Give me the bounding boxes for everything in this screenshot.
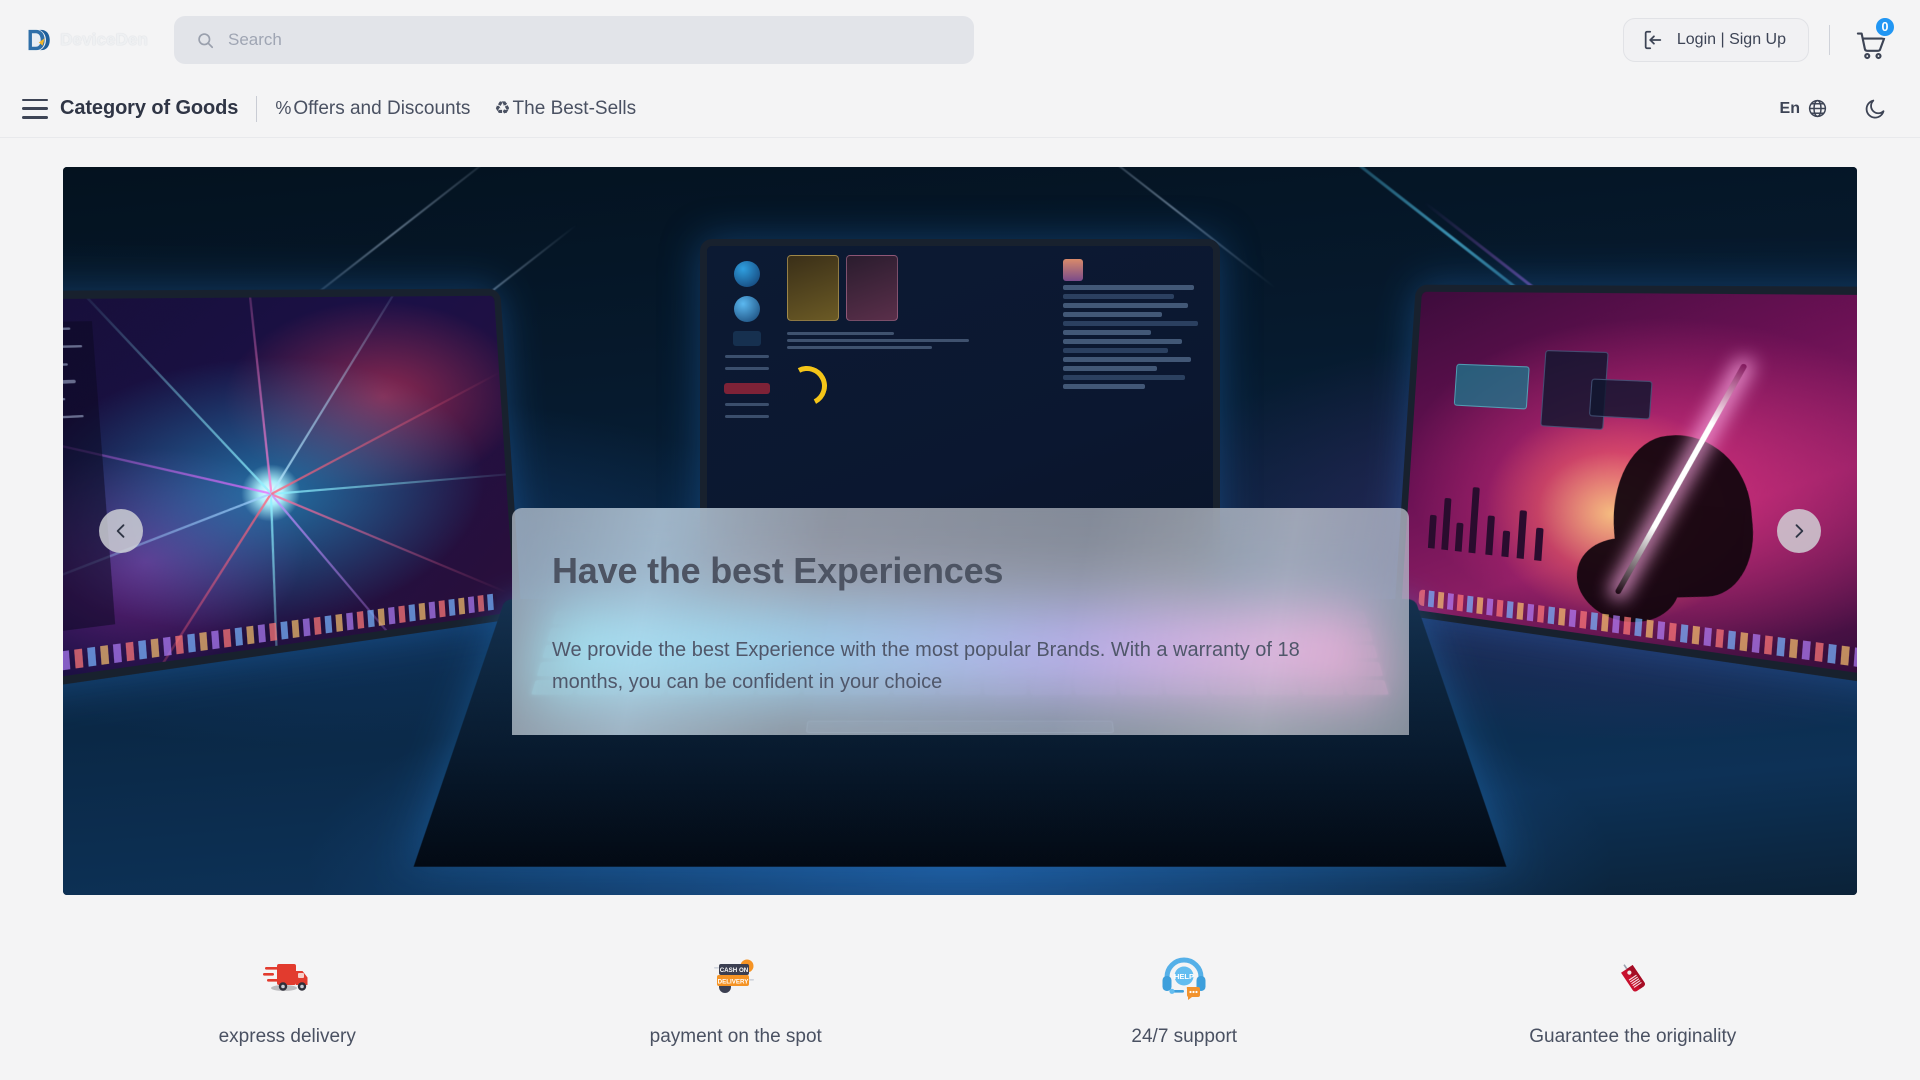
search-bar[interactable] xyxy=(174,16,974,64)
feature-label: 24/7 support xyxy=(1131,1026,1238,1047)
hero-text-card: Have the best Experiences We provide the… xyxy=(512,508,1409,735)
top-bar: DeviceDen Login | Sign Up 0 xyxy=(0,0,1920,80)
hero-region: Have the best Experiences We provide the… xyxy=(0,138,1920,895)
headset-support-icon: HELP xyxy=(1158,952,1210,1004)
feature-guarantee-originality: Guarantee the originality xyxy=(1409,952,1858,1048)
nav-right-actions: En xyxy=(1780,92,1892,126)
svg-text:CASH ON: CASH ON xyxy=(719,967,748,974)
price-tag-icon xyxy=(1607,952,1659,1004)
carousel-prev-button[interactable] xyxy=(99,509,143,553)
svg-text:DELIVERY: DELIVERY xyxy=(717,978,749,985)
hero-description: We provide the best Experience with the … xyxy=(552,639,1300,694)
brand-name: DeviceDen xyxy=(60,30,148,49)
cash-on-delivery-icon: CASH ON DELIVERY xyxy=(710,952,762,1004)
login-arrow-icon xyxy=(1644,30,1662,50)
cart-badge: 0 xyxy=(1874,16,1896,38)
globe-icon xyxy=(1808,99,1827,118)
dd-monogram-logo-icon xyxy=(28,29,50,51)
starburst-wallpaper xyxy=(63,288,522,696)
skyline-silhouette xyxy=(1422,465,1584,566)
cart-button[interactable]: 0 xyxy=(1850,16,1896,61)
login-signup-label: Login | Sign Up xyxy=(1676,31,1786,48)
search-icon xyxy=(198,32,214,48)
feature-24-7-support: HELP 24/7 support xyxy=(960,952,1409,1048)
flame-icon: ♻ xyxy=(494,98,511,118)
top-bar-actions: Login | Sign Up 0 xyxy=(1622,16,1896,62)
svg-text:HELP: HELP xyxy=(1174,972,1194,981)
nav-category-of-goods[interactable]: Category of Goods xyxy=(60,97,238,120)
theme-toggle-button[interactable] xyxy=(1858,92,1892,126)
percent-icon: % xyxy=(275,98,292,118)
nav-offers-and-discounts[interactable]: % Offers and Discounts xyxy=(275,98,470,120)
hero-carousel: Have the best Experiences We provide the… xyxy=(63,167,1857,895)
language-selector[interactable]: En xyxy=(1780,98,1828,119)
delivery-truck-icon xyxy=(261,952,313,1004)
carousel-next-button[interactable] xyxy=(1777,509,1821,553)
nav-divider xyxy=(256,95,258,122)
progress-ring xyxy=(781,360,832,412)
search-input[interactable] xyxy=(228,16,952,64)
nav-the-best-sells[interactable]: ♻ The Best-Sells xyxy=(494,98,636,120)
category-nav-bar: Category of Goods % Offers and Discounts… xyxy=(0,80,1920,138)
feature-label: payment on the spot xyxy=(649,1026,822,1047)
feature-label: express delivery xyxy=(218,1026,356,1047)
language-label: En xyxy=(1779,99,1800,117)
features-row: express delivery CASH ON DELIVERY paymen… xyxy=(0,895,1920,1048)
nav-best-sells-label: The Best-Sells xyxy=(512,97,637,119)
header-divider xyxy=(1829,25,1830,55)
feature-express-delivery: express delivery xyxy=(63,952,512,1048)
hamburger-menu-icon[interactable] xyxy=(22,98,48,119)
moon-icon xyxy=(1865,99,1885,118)
chevron-right-icon xyxy=(1795,524,1804,538)
gaming-scene-wallpaper xyxy=(1401,291,1857,682)
feature-label: Guarantee the originality xyxy=(1529,1026,1737,1047)
hero-title: Have the best Experiences xyxy=(552,550,1004,591)
chevron-left-icon xyxy=(116,524,125,538)
login-signup-button[interactable]: Login | Sign Up xyxy=(1622,18,1809,62)
brand-logo[interactable]: DeviceDen xyxy=(26,25,148,55)
nav-offers-label: Offers and Discounts xyxy=(293,97,471,119)
feature-payment-on-the-spot: CASH ON DELIVERY payment on the spot xyxy=(512,952,961,1048)
glass-sheen xyxy=(512,508,1409,735)
